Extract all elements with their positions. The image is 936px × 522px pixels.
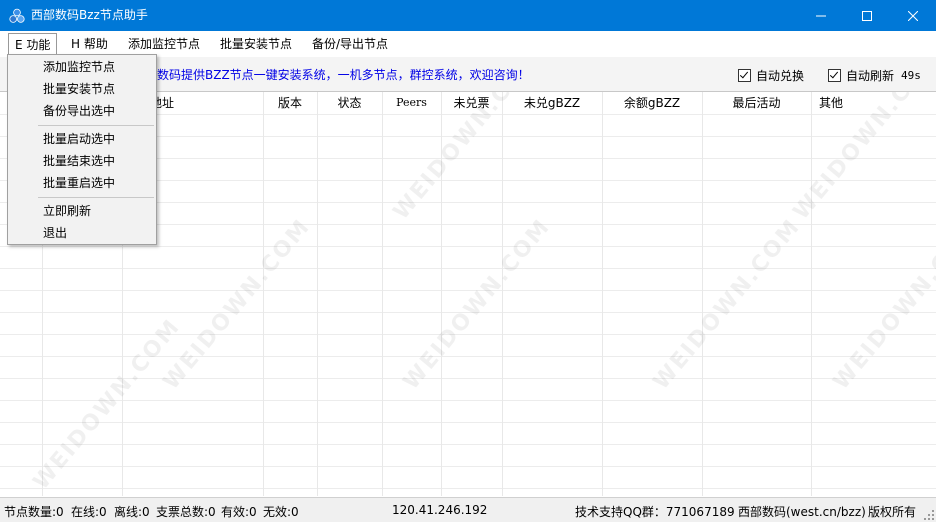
column-header-version[interactable]: 版本 <box>263 92 317 114</box>
menu-item-batch-restart-selected[interactable]: 批量重启选中 <box>8 172 156 194</box>
window-title: 西部数码Bzz节点助手 <box>31 8 148 22</box>
menu-function[interactable]: E 功能 <box>8 33 58 56</box>
watermark: WEIDOWN.COM <box>828 214 936 395</box>
status-ip: 120.41.246.192 <box>392 503 488 517</box>
status-valid: 有效:0 <box>221 505 257 519</box>
status-invalid: 无效:0 <box>263 505 299 519</box>
status-tickets-total: 支票总数:0 <box>156 505 216 519</box>
title-bar: 西部数码Bzz节点助手 <box>0 0 936 31</box>
minimize-button[interactable] <box>798 0 844 31</box>
maximize-icon <box>862 10 872 21</box>
menu-item-backup-export-selected[interactable]: 备份导出选中 <box>8 100 156 122</box>
menu-item-batch-start-selected[interactable]: 批量启动选中 <box>8 128 156 150</box>
menu-add-monitor-node[interactable]: 添加监控节点 <box>122 34 206 54</box>
column-header-last-activity[interactable]: 最后活动 <box>702 92 811 114</box>
status-company: 西部数码(west.cn/bzz) <box>738 505 866 519</box>
auto-exchange-checkbox[interactable]: 自动兑换 <box>738 67 804 84</box>
column-header-balance-gbzz[interactable]: 余额gBZZ <box>602 92 702 114</box>
app-logo-icon <box>9 8 25 23</box>
menu-help[interactable]: H 帮助 <box>65 34 114 54</box>
status-rights: 版权所有 <box>868 505 917 519</box>
menu-item-exit[interactable]: 退出 <box>8 222 156 244</box>
function-dropdown-menu: 添加监控节点 批量安装节点 备份导出选中 批量启动选中 批量结束选中 批量重启选… <box>7 54 157 245</box>
close-button[interactable] <box>890 0 936 31</box>
menu-separator <box>38 197 154 198</box>
column-header-peers[interactable]: Peers <box>382 92 441 114</box>
watermark: WEIDOWN.COM <box>398 214 556 395</box>
watermark: WEIDOWN.COM <box>158 214 316 395</box>
auto-refresh-checkbox[interactable]: 自动刷新 49s <box>828 67 921 84</box>
menu-separator <box>38 125 154 126</box>
status-online: 在线:0 <box>71 505 107 519</box>
status-bar: 节点数量:0 在线:0 离线:0 支票总数:0 有效:0 无效:0 120.41… <box>0 497 936 522</box>
checkbox-checked-icon[interactable] <box>828 69 841 82</box>
menu-batch-install-node[interactable]: 批量安装节点 <box>214 34 298 54</box>
checkbox-checked-icon[interactable] <box>738 69 751 82</box>
status-support-qq: 技术支持QQ群：771067189 <box>575 505 735 519</box>
menu-item-batch-stop-selected[interactable]: 批量结束选中 <box>8 150 156 172</box>
menu-item-add-monitor-node[interactable]: 添加监控节点 <box>8 56 156 78</box>
watermark: WEIDOWN.COM <box>648 214 806 395</box>
promo-message: 数码提供BZZ节点一键安装系统，一机多节点，群控系统，欢迎咨询！ <box>157 68 530 82</box>
auto-refresh-label: 自动刷新 <box>846 69 895 83</box>
watermark: WEIDOWN.COM <box>28 314 186 495</box>
refresh-countdown: 49s <box>901 69 921 82</box>
column-header-other[interactable]: 其他 <box>811 92 851 114</box>
menu-backup-export-node[interactable]: 备份/导出节点 <box>306 34 394 54</box>
column-header-uncashed-gbzz[interactable]: 未兑gBZZ <box>502 92 602 114</box>
menu-item-refresh-now[interactable]: 立即刷新 <box>8 200 156 222</box>
close-icon <box>908 10 918 21</box>
minimize-icon <box>816 15 826 16</box>
column-header-status[interactable]: 状态 <box>317 92 382 114</box>
status-offline: 离线:0 <box>114 505 150 519</box>
maximize-button[interactable] <box>844 0 890 31</box>
status-node-count: 节点数量:0 <box>4 505 64 519</box>
menu-item-batch-install-node[interactable]: 批量安装节点 <box>8 78 156 100</box>
resize-grip-icon[interactable] <box>924 510 934 520</box>
auto-exchange-label: 自动兑换 <box>756 69 805 83</box>
